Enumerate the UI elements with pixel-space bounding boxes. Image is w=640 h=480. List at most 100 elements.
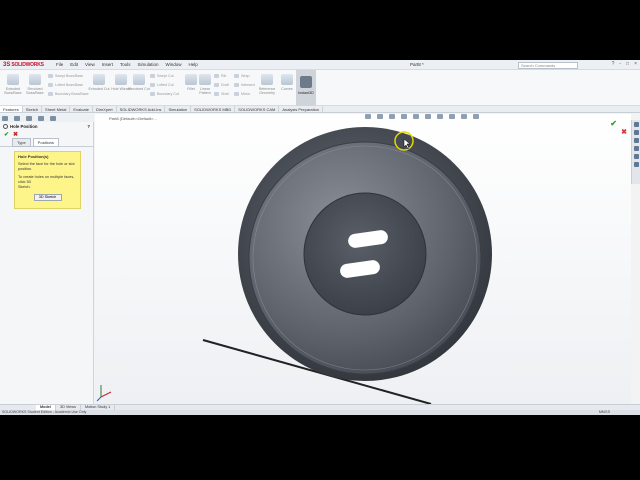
linear-pattern-button[interactable]: Linear Pattern (194, 73, 216, 103)
status-left-text: SOLIDWORKS Student Edition - Academic Us… (2, 410, 87, 414)
shell-button[interactable]: Shell (214, 92, 229, 96)
cmd-label: Wrap (241, 74, 250, 78)
rib-icon (214, 74, 219, 78)
revolve-icon (29, 74, 41, 85)
boundary-cut-button[interactable]: Boundary Cut (150, 92, 179, 96)
hole-tabs: Type Positions (0, 137, 93, 147)
task-pane (631, 120, 640, 184)
graphics-area[interactable]: Part8 (Default<<Default>... ✔ ✖ (95, 114, 631, 404)
extrude-icon (7, 74, 19, 85)
property-manager-icon[interactable] (14, 115, 20, 121)
tab-sheet-metal[interactable]: Sheet Metal (42, 106, 71, 112)
draft-button[interactable]: Draft (214, 83, 229, 87)
tab-evaluate[interactable]: Evaluate (70, 106, 93, 112)
ok-button[interactable]: ✔ (4, 131, 9, 138)
button-center-recess[interactable] (303, 192, 427, 316)
swept-cut-button[interactable]: Swept Cut (150, 74, 174, 78)
model-viewport (96, 127, 492, 404)
help-icon[interactable]: ? (612, 61, 615, 67)
close-icon[interactable]: × (634, 61, 637, 67)
hole-position-message: Hole Position(s) Select the face for the… (14, 151, 81, 209)
intersect-icon (234, 83, 239, 87)
swept-boss-button[interactable]: Swept Boss/Base (48, 74, 83, 78)
cmd-label: Lofted Cut (157, 83, 174, 87)
revolved-boss-button[interactable]: Revolved Boss/Base (24, 73, 46, 103)
rib-button[interactable]: Rib (214, 74, 226, 78)
dimxpert-manager-icon[interactable] (38, 115, 44, 121)
display-manager-icon[interactable] (50, 115, 56, 121)
menu-view[interactable]: View (85, 62, 95, 67)
feature-tree-icon[interactable] (2, 115, 8, 121)
extruded-boss-button[interactable]: Extruded Boss/Base (2, 73, 24, 103)
menu-help[interactable]: Help (189, 62, 198, 67)
design-library-icon[interactable] (633, 130, 639, 135)
reference-geometry-icon (261, 74, 273, 85)
menu-insert[interactable]: Insert (102, 62, 113, 67)
help-icon[interactable]: ? (87, 124, 90, 129)
cmd-label: Intersect (241, 83, 255, 87)
app-logo[interactable]: 3S SOLIDWORKS (0, 62, 56, 68)
property-manager: Hole Position ? ✔ ✖ Type Positions Hole … (0, 122, 94, 404)
draft-icon (214, 83, 219, 87)
mirror-button[interactable]: Mirror (234, 92, 250, 96)
instant3d-button[interactable]: Instant3D (296, 70, 316, 106)
lofted-cut-button[interactable]: Lofted Cut (150, 83, 174, 87)
tab-positions[interactable]: Positions (32, 137, 59, 147)
tab-simulation[interactable]: Simulation (165, 106, 192, 112)
command-manager: Extruded Boss/Base Revolved Boss/Base Sw… (0, 70, 640, 106)
app-logo-text: SOLIDWORKS (11, 61, 44, 68)
property-manager-title: Hole Position (10, 123, 38, 129)
tab-features[interactable]: Features (0, 106, 23, 112)
boundary-boss-button[interactable]: Boundary Boss/Base (48, 92, 89, 96)
wrap-button[interactable]: Wrap (234, 74, 250, 78)
view-palette-icon[interactable] (633, 146, 639, 151)
cmd-label: Instant3D (298, 91, 314, 95)
tab-dimxpert[interactable]: DimXpert (93, 106, 117, 112)
menu-simulation[interactable]: Simulation (138, 62, 159, 67)
lofted-cut-icon (150, 83, 155, 87)
feature-manager-tabs (0, 114, 94, 122)
curves-button[interactable]: Curves (276, 73, 298, 103)
cmd-label: Linear Pattern (199, 87, 211, 95)
cancel-button[interactable]: ✖ (13, 131, 18, 138)
tab-sketch[interactable]: Sketch (23, 106, 43, 112)
tab-analysis-preparation[interactable]: Analysis Preparation (279, 106, 324, 112)
maximize-icon[interactable]: □ (626, 61, 629, 67)
boundary-icon (48, 92, 53, 96)
boundary-cut-icon (150, 92, 155, 96)
cmd-label: Extruded Boss/Base (4, 87, 22, 95)
lofted-boss-button[interactable]: Lofted Boss/Base (48, 83, 83, 87)
search-commands-input[interactable]: Search Commands (518, 61, 578, 69)
tab-type[interactable]: Type (12, 137, 31, 147)
property-manager-header: Hole Position ? (0, 122, 93, 130)
cmd-label: Revolved Boss/Base (26, 87, 44, 95)
custom-properties-icon[interactable] (633, 162, 639, 167)
menu-tools[interactable]: Tools (120, 62, 131, 67)
tab-cam[interactable]: SOLIDWORKS CAM (235, 106, 280, 112)
menu-window[interactable]: Window (166, 62, 182, 67)
intersect-button[interactable]: Intersect (234, 83, 255, 87)
hole-wizard-icon (115, 74, 127, 85)
tab-mbd[interactable]: SOLIDWORKS MBD (191, 106, 236, 112)
extruded-cut-button[interactable]: Extruded Cut (88, 73, 110, 103)
appearances-icon[interactable] (633, 154, 639, 159)
reference-geometry-button[interactable]: Reference Geometry (256, 73, 278, 103)
configuration-manager-icon[interactable] (26, 115, 32, 121)
file-explorer-icon[interactable] (633, 138, 639, 143)
resources-icon[interactable] (633, 122, 639, 127)
ds-logo-icon: 3S (3, 61, 11, 68)
minimize-icon[interactable]: - (619, 61, 621, 67)
menu-edit[interactable]: Edit (70, 62, 78, 67)
command-manager-tabs: Features Sketch Sheet Metal Evaluate Dim… (0, 106, 640, 113)
3d-sketch-button[interactable]: 3D Sketch (33, 194, 62, 201)
cmd-label: Swept Boss/Base (55, 74, 84, 78)
unit-system[interactable]: MMGS (599, 410, 610, 415)
cmd-label: Boundary Boss/Base (55, 92, 89, 96)
menu-file[interactable]: File (56, 62, 63, 67)
tab-addins[interactable]: SOLIDWORKS Add-Ins (117, 106, 166, 112)
cmd-label: Revolved Cut (128, 87, 150, 91)
wrap-icon (234, 74, 239, 78)
solidworks-window: 3S SOLIDWORKS File Edit View Insert Tool… (0, 60, 640, 415)
cmd-label: Rib (221, 74, 227, 78)
revolved-cut-button[interactable]: Revolved Cut (128, 73, 150, 103)
